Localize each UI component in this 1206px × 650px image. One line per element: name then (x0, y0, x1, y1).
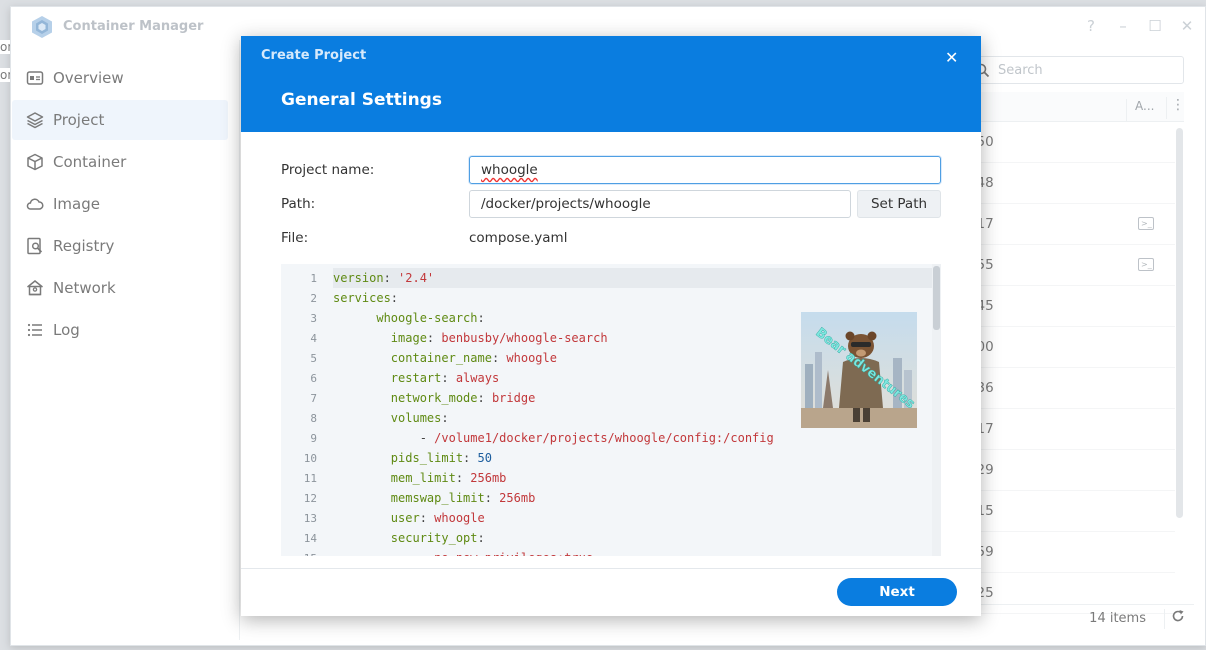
yaml-key: image (390, 331, 427, 345)
code-line: 11 mem_limit: 256mb (281, 468, 931, 488)
yaml-key: memswap_limit (390, 491, 485, 505)
yaml-value: 50 (477, 451, 492, 465)
yaml-key: version (333, 271, 384, 285)
yaml-key: user (390, 511, 420, 525)
line-number: 13 (303, 512, 317, 525)
yaml-key: volumes (390, 411, 442, 425)
path-label: Path: (281, 196, 316, 212)
line-number: 12 (303, 492, 317, 505)
line-number: 8 (310, 412, 317, 425)
yaml-separator: : (477, 531, 485, 545)
editor-scrollbar-thumb[interactable] (933, 266, 940, 330)
yaml-key: whoogle-search (376, 311, 478, 325)
yaml-separator: : (426, 331, 442, 345)
path-value: /docker/projects/whoogle (481, 196, 651, 212)
yaml-value: whoogle (434, 511, 485, 525)
yaml-key: network_mode (390, 391, 478, 405)
line-number: 3 (310, 312, 317, 325)
yaml-separator: : (441, 411, 449, 425)
dialog-subtitle: General Settings (281, 90, 442, 110)
project-name-label: Project name: (281, 162, 375, 178)
bear-adventures-watermark: Bear adventures (801, 312, 917, 428)
yaml-separator: : (419, 511, 435, 525)
close-icon[interactable]: ✕ (945, 48, 958, 67)
line-number: 2 (310, 292, 317, 305)
project-name-input[interactable]: whoogle (469, 156, 941, 184)
yaml-value: 256mb (499, 491, 536, 505)
next-button[interactable]: Next (837, 578, 957, 606)
yaml-value: no-new-privileges:true (434, 551, 593, 556)
code-line: 9 - /volume1/docker/projects/whoogle/con… (281, 428, 931, 448)
code-line: 15 - no-new-privileges:true (281, 548, 931, 556)
yaml-separator: : (463, 451, 478, 465)
line-number: 6 (310, 372, 317, 385)
code-line: 13 user: whoogle (281, 508, 931, 528)
yaml-separator: : (441, 371, 456, 385)
line-number: 7 (310, 392, 317, 405)
yaml-separator: : (383, 271, 399, 285)
path-input[interactable]: /docker/projects/whoogle (469, 190, 851, 218)
yaml-value: /volume1/docker/projects/whoogle/config:… (434, 431, 774, 445)
line-number: 4 (310, 332, 317, 345)
yaml-key: restart (390, 371, 442, 385)
yaml-separator: : (455, 471, 471, 485)
line-number: 1 (310, 272, 317, 285)
yaml-value: whoogle (506, 351, 557, 365)
yaml-separator: - (420, 551, 434, 556)
yaml-separator: - (419, 431, 435, 445)
dialog-title: Create Project (261, 48, 367, 63)
yaml-value: always (455, 371, 500, 385)
file-value: compose.yaml (469, 230, 568, 246)
line-number: 10 (303, 452, 317, 465)
yaml-separator: : (477, 391, 492, 405)
dialog-header: Create Project ✕ General Settings (241, 36, 981, 132)
yaml-value: '2.4' (398, 271, 435, 285)
code-line: 12 memswap_limit: 256mb (281, 488, 931, 508)
dialog-footer-divider (241, 568, 981, 569)
code-line: 14 security_opt: (281, 528, 931, 548)
yaml-key: services (333, 291, 391, 305)
yaml-separator: : (390, 291, 399, 305)
yaml-separator: : (491, 351, 507, 365)
set-path-button[interactable]: Set Path (857, 190, 941, 218)
yaml-separator: : (477, 311, 485, 325)
yaml-key: mem_limit (390, 471, 456, 485)
yaml-key: container_name (390, 351, 492, 365)
file-label: File: (281, 230, 309, 246)
yaml-key: pids_limit (390, 451, 464, 465)
line-number: 11 (303, 472, 317, 485)
yaml-value: 256mb (470, 471, 507, 485)
create-project-dialog: Create Project ✕ General Settings Projec… (241, 36, 981, 616)
yaml-separator: : (484, 491, 500, 505)
project-name-value: whoogle (481, 162, 538, 178)
code-line: 10 pids_limit: 50 (281, 448, 931, 468)
line-number: 9 (310, 432, 317, 445)
yaml-value: benbusby/whoogle-search (441, 331, 608, 345)
yaml-key: security_opt (390, 531, 478, 545)
code-line: 1 version: '2.4' (281, 268, 931, 288)
line-number: 14 (303, 532, 317, 545)
code-line: 2 services: (281, 288, 931, 308)
line-number: 5 (310, 352, 317, 365)
yaml-value: bridge (491, 391, 536, 405)
line-number: 15 (281, 549, 317, 556)
